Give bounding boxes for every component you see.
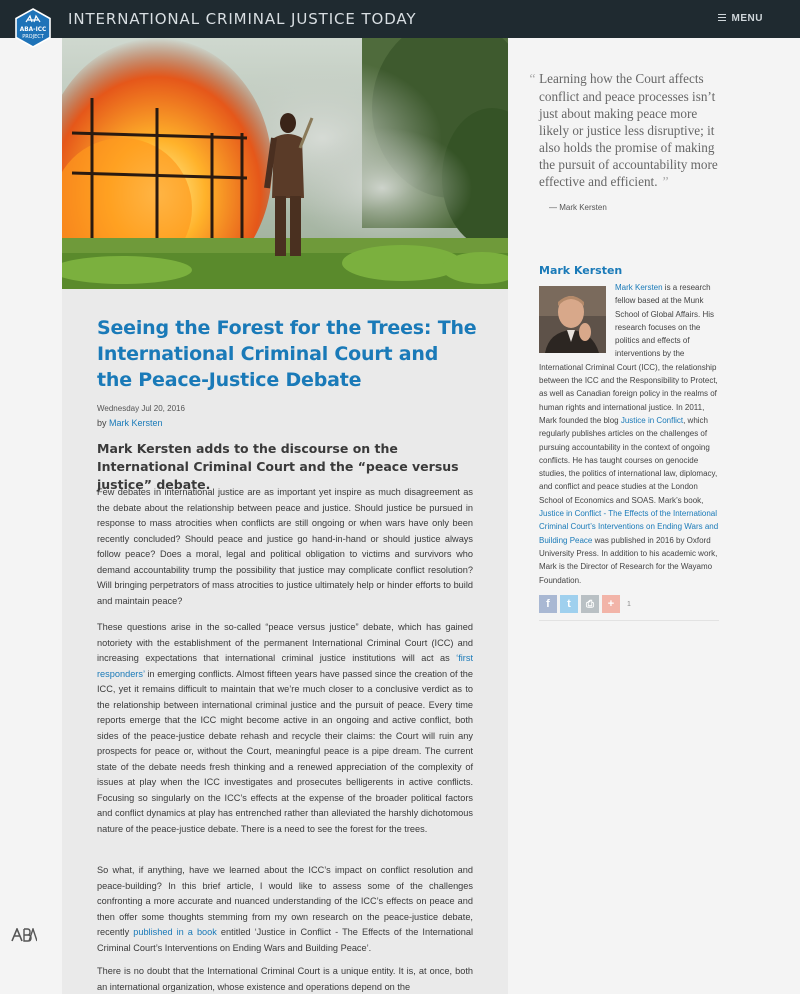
byline-prefix: by — [97, 418, 110, 428]
article-paragraph: Few debates in international justice are… — [97, 487, 473, 606]
share-more-icon[interactable]: + — [602, 595, 620, 613]
print-icon[interactable]: ⎙ — [581, 595, 599, 613]
quote-close-mark: ” — [660, 175, 669, 190]
menu-button[interactable]: MENU — [718, 13, 763, 24]
published-in-a-book-link[interactable]: published in a book — [133, 927, 217, 937]
article-container: Seeing the Forest for the Trees: The Int… — [62, 289, 508, 994]
aba-icc-logo-icon[interactable]: ABA-ICC PROJECT — [14, 8, 52, 48]
menu-label: MENU — [731, 13, 763, 24]
justice-in-conflict-blog-link[interactable]: Justice in Conflict — [621, 416, 683, 425]
site-title[interactable]: INTERNATIONAL CRIMINAL JUSTICE TODAY — [68, 10, 416, 28]
aba-footer-logo-icon[interactable] — [11, 926, 38, 942]
hero-image — [62, 38, 508, 289]
article-title: Seeing the Forest for the Trees: The Int… — [97, 317, 477, 391]
bio-text: , which regularly publishes articles on … — [539, 415, 718, 505]
share-count: 1 — [627, 600, 631, 608]
svg-text:PROJECT: PROJECT — [22, 34, 45, 40]
author-link[interactable]: Mark Kersten — [109, 418, 163, 428]
pull-quote: “ Learning how the Court affects conflic… — [528, 70, 728, 191]
article-date: Wednesday Jul 20, 2016 — [97, 404, 185, 413]
svg-text:ABA-ICC: ABA-ICC — [20, 27, 46, 33]
photo-spacer — [539, 281, 615, 352]
menu-icon — [718, 14, 727, 21]
top-navigation-bar: INTERNATIONAL CRIMINAL JUSTICE TODAY MEN… — [0, 0, 800, 38]
article-paragraph: There is no doubt that the International… — [97, 966, 473, 992]
author-bio: Mark Kersten is a research fellow based … — [539, 281, 722, 587]
facebook-icon[interactable]: f — [539, 595, 557, 613]
share-buttons: f t ⎙ + 1 — [539, 595, 631, 613]
byline: by Mark Kersten — [97, 418, 163, 428]
paragraph-text: These questions arise in the so-called “… — [97, 622, 473, 663]
author-bio-name-link[interactable]: Mark Kersten — [615, 283, 663, 292]
author-box-heading[interactable]: Mark Kersten — [539, 264, 622, 277]
sidebar-divider — [539, 620, 719, 621]
paragraph-text: in emerging conflicts. Almost fifteen ye… — [97, 668, 473, 834]
pull-quote-citation: — Mark Kersten — [549, 203, 607, 212]
quote-open-mark: “ — [528, 72, 536, 87]
twitter-icon[interactable]: t — [560, 595, 578, 613]
pull-quote-body: “ Learning how the Court affects conflic… — [528, 70, 728, 191]
article-paragraph: These questions arise in the so-called “… — [97, 620, 473, 837]
article-paragraph: So what, if anything, have we learned ab… — [97, 863, 473, 956]
pull-quote-text: Learning how the Court affects conflict … — [539, 71, 718, 189]
